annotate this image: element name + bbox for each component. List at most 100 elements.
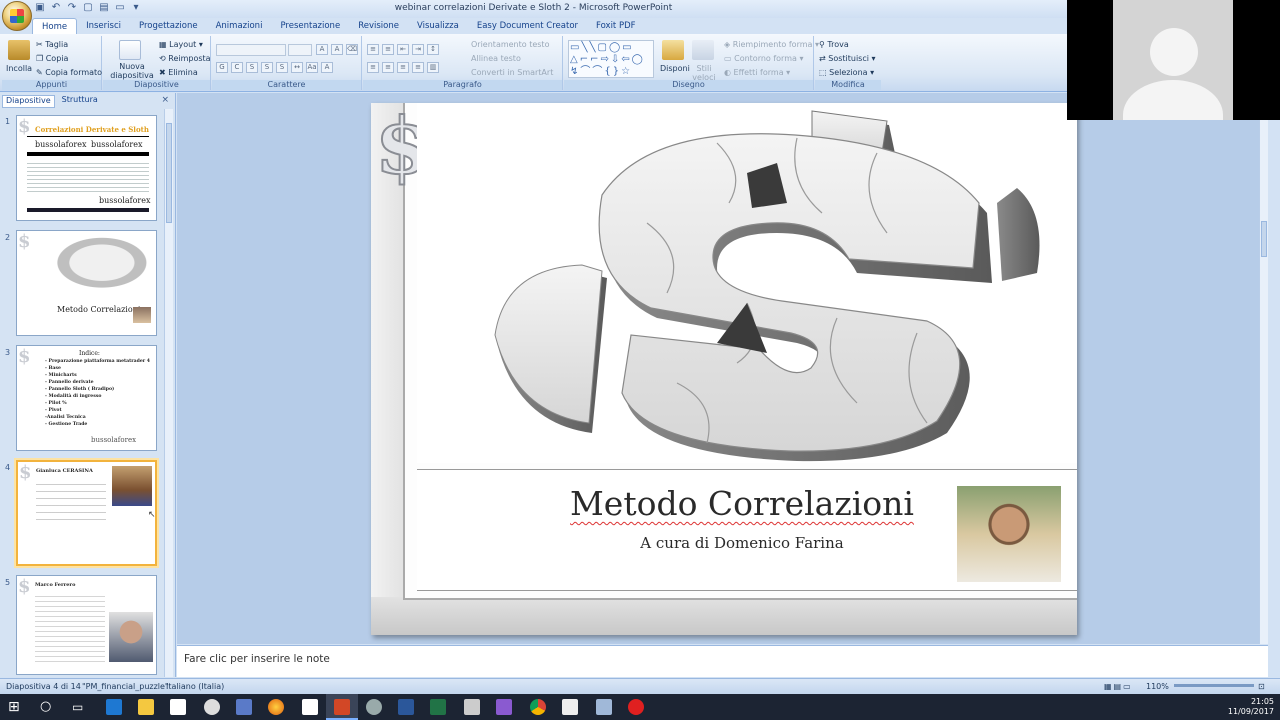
format-painter-button[interactable]: ✎ Copia formato	[36, 68, 102, 77]
shrink-font-icon[interactable]: A	[331, 44, 343, 55]
italic-icon[interactable]: C	[231, 62, 243, 73]
new-slide-icon[interactable]	[119, 40, 141, 60]
store-icon[interactable]	[170, 699, 186, 715]
arrange-icon[interactable]	[662, 40, 684, 60]
app-icon[interactable]	[366, 699, 382, 715]
arrange-button[interactable]: Disponi	[660, 64, 690, 73]
shape-effects-button[interactable]: ◐ Effetti forma ▾	[724, 68, 790, 77]
spacing-icon[interactable]: ↔	[291, 62, 303, 73]
font-name-field[interactable]	[216, 44, 286, 56]
title-box[interactable]: Metodo Correlazioni A cura di Domenico F…	[417, 469, 1077, 591]
search-icon[interactable]: ○	[40, 699, 56, 715]
tab-insert[interactable]: Inserisci	[77, 18, 130, 34]
theme-name[interactable]: "PM_financial_puzzle"	[82, 682, 169, 691]
tab-foxit-pdf[interactable]: Foxit PDF	[587, 18, 645, 34]
strikethrough-icon[interactable]: S	[261, 62, 273, 73]
decrease-indent-icon[interactable]: ⇤	[397, 44, 409, 55]
bold-icon[interactable]: G	[216, 62, 228, 73]
slide-thumbnail-1[interactable]: $ Correlazioni Derivate e Sloth bussolaf…	[16, 115, 157, 221]
slide-thumbnail-5[interactable]: $ Marco Ferrero	[16, 575, 157, 675]
columns-icon[interactable]: ▥	[427, 62, 439, 73]
app-icon[interactable]	[596, 699, 612, 715]
panel-close-icon[interactable]: ×	[161, 95, 169, 105]
zoom-level[interactable]: 110%	[1146, 682, 1169, 691]
zoom-slider[interactable]	[1174, 684, 1254, 687]
increase-indent-icon[interactable]: ⇥	[412, 44, 424, 55]
shape-outline-button[interactable]: ▭ Contorno forma ▾	[724, 54, 803, 63]
excel-icon[interactable]	[430, 699, 446, 715]
slide-thumbnail-4[interactable]: $ Gianluca CERASINA ↖	[16, 460, 157, 566]
case-icon[interactable]: Aa	[306, 62, 318, 73]
system-clock[interactable]: 21:05 11/09/2017	[1228, 697, 1274, 717]
align-left-icon[interactable]: ≡	[367, 62, 379, 73]
powerpoint-icon[interactable]	[334, 699, 350, 715]
notes-placeholder[interactable]: Fare clic per inserire le note	[184, 653, 330, 665]
app-icon[interactable]	[236, 699, 252, 715]
shapes-gallery[interactable]: ▭╲╲▢◯▭ △⌐⌐⇨⇩⇦◯ ↯⌒⌒{}☆	[568, 40, 654, 78]
select-button[interactable]: ⬚ Seleziona ▾	[819, 68, 874, 77]
notes-pane[interactable]: Fare clic per inserire le note	[177, 645, 1268, 677]
quick-styles-icon[interactable]	[692, 40, 714, 60]
align-center-icon[interactable]: ≡	[382, 62, 394, 73]
canvas-scrollbar[interactable]	[1259, 93, 1268, 644]
align-right-icon[interactable]: ≡	[397, 62, 409, 73]
chrome-icon[interactable]	[530, 699, 546, 715]
language-indicator[interactable]: Italiano (Italia)	[166, 682, 224, 691]
slide-thumbnail-3[interactable]: $ Indice: - Preparazione piattaforma met…	[16, 345, 157, 451]
app-icon[interactable]	[562, 699, 578, 715]
tab-view[interactable]: Visualizza	[408, 18, 468, 34]
firefox-icon[interactable]	[268, 699, 284, 715]
word-icon[interactable]	[398, 699, 414, 715]
panel-tab-outline[interactable]: Struttura	[59, 95, 101, 108]
reset-button[interactable]: ⟲ Reimposta	[159, 54, 211, 63]
app-icon[interactable]	[628, 699, 644, 715]
delete-slide-button[interactable]: ✖ Elimina	[159, 68, 198, 77]
font-color-icon[interactable]: A	[321, 62, 333, 73]
slide-thumbnail-2[interactable]: $ Metodo Correlazioni	[16, 230, 157, 336]
new-slide-button[interactable]: Nuova diapositiva	[107, 62, 157, 80]
start-icon[interactable]: ⊞	[8, 699, 24, 715]
edge-icon[interactable]	[106, 699, 122, 715]
layout-button[interactable]: ▦ Layout ▾	[159, 40, 203, 49]
app-icon[interactable]	[496, 699, 512, 715]
view-buttons-icon[interactable]: ▦▤▭	[1104, 682, 1133, 691]
tab-design[interactable]: Progettazione	[130, 18, 207, 34]
office-button[interactable]	[2, 1, 32, 31]
tab-slideshow[interactable]: Presentazione	[271, 18, 349, 34]
paste-button[interactable]: Incolla	[6, 64, 32, 73]
slide-subtitle[interactable]: A cura di Domenico Farina	[567, 534, 917, 552]
canvas-scroll-thumb[interactable]	[1261, 221, 1267, 257]
clear-format-icon[interactable]: ⌫	[346, 44, 358, 55]
paste-icon[interactable]	[8, 40, 30, 60]
panel-scroll-thumb[interactable]	[166, 123, 172, 223]
justify-icon[interactable]: ≡	[412, 62, 424, 73]
line-spacing-icon[interactable]: ↕	[427, 44, 439, 55]
shape-fill-button[interactable]: ◈ Riempimento forma ▾	[724, 40, 819, 49]
tab-easy-document-creator[interactable]: Easy Document Creator	[468, 18, 587, 34]
app-icon[interactable]	[464, 699, 480, 715]
slide-title[interactable]: Metodo Correlazioni	[567, 484, 917, 523]
replace-button[interactable]: ⇄ Sostituisci ▾	[819, 54, 876, 63]
task-view-icon[interactable]: ▭	[72, 699, 88, 715]
numbering-icon[interactable]: ≡	[382, 44, 394, 55]
grow-font-icon[interactable]: A	[316, 44, 328, 55]
underline-icon[interactable]: S	[246, 62, 258, 73]
bullets-icon[interactable]: ≡	[367, 44, 379, 55]
text-direction-button[interactable]: Orientamento testo	[471, 40, 549, 49]
shadow-icon[interactable]: S	[276, 62, 288, 73]
tab-review[interactable]: Revisione	[349, 18, 408, 34]
font-size-field[interactable]	[288, 44, 312, 56]
app-icon[interactable]	[204, 699, 220, 715]
tab-animations[interactable]: Animazioni	[207, 18, 272, 34]
find-button[interactable]: ⚲ Trova	[819, 40, 849, 49]
panel-tab-slides[interactable]: Diapositive	[2, 95, 55, 108]
calculator-icon[interactable]	[302, 699, 318, 715]
cut-button[interactable]: ✂ Taglia	[36, 40, 68, 49]
fit-window-icon[interactable]: ⊡	[1258, 682, 1265, 691]
copy-button[interactable]: ❐ Copia	[36, 54, 68, 63]
convert-smartart-button[interactable]: Converti in SmartArt	[471, 68, 553, 77]
file-explorer-icon[interactable]	[138, 699, 154, 715]
tab-home[interactable]: Home	[32, 18, 78, 34]
slide[interactable]: $ Metodo Correlazioni A cura di Domenico…	[371, 102, 1077, 635]
panel-scrollbar[interactable]	[164, 109, 173, 677]
